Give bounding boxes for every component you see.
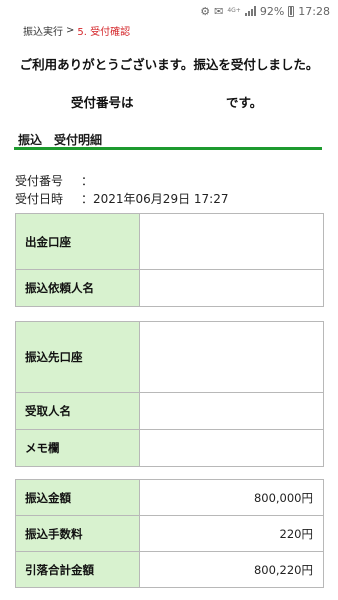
sender-name-label: 振込依頼人名 [15,269,140,307]
transfer-amount-value: 800,000円 [139,479,324,516]
table-row: 引落合計金額 800,220円 [15,551,324,588]
receipt-number-key: 受付番号 [15,174,64,188]
notification-icon: ⚙ [200,4,211,18]
payee-account-value [139,321,324,393]
transfer-fee-value: 220円 [139,515,324,552]
recipient-name-value [139,392,324,430]
section-divider [14,147,322,150]
battery-icon [288,5,295,17]
receipt-number-label: 受付番号は [71,95,134,110]
breadcrumb: 振込実行 > 5. 受付確認 [23,23,130,38]
amount-table: 振込金額 800,000円 振込手数料 220円 引落合計金額 800,220円 [15,479,324,588]
total-debit-value: 800,220円 [139,551,324,588]
battery-percent: 92% [259,4,285,18]
receipt-datetime-key: 受付日時 [15,192,64,206]
receipt-datetime-row: 受付日時 ：2021年06月29日 17:27 [15,190,228,207]
breadcrumb-separator: > [66,25,75,36]
withdrawal-account-label: 出金口座 [15,213,140,270]
receipt-number-suffix: です。 [226,95,263,110]
breadcrumb-step-current: 5. 受付確認 [77,27,131,38]
payee-account-label: 振込先口座 [15,321,140,393]
table-row: 受取人名 [15,392,324,430]
status-bar: ⚙ ✉ 4G+ 92% 17:28 [0,0,338,22]
signal-icon [244,6,256,16]
receipt-number-value: ： [81,174,94,188]
withdrawal-account-value [139,213,324,270]
table-row: 振込金額 800,000円 [15,479,324,516]
memo-value [139,429,324,467]
table-row: 振込先口座 [15,321,324,393]
thanks-message: ご利用ありがとうございます。振込を受付しました。 [19,57,319,72]
table-row: 振込依頼人名 [15,269,324,307]
table-row: 出金口座 [15,213,324,270]
email-icon: ✉ [214,4,224,18]
section-title: 振込 受付明細 [18,133,103,147]
receipt-number-row: 受付番号 ： [15,172,93,189]
transfer-amount-label: 振込金額 [15,479,140,516]
transfer-receipt-screen: ⚙ ✉ 4G+ 92% 17:28 振込実行 > 5. 受付確認 ご利用ありがと… [0,0,338,600]
memo-label: メモ欄 [15,429,140,467]
total-debit-label: 引落合計金額 [15,551,140,588]
payee-table: 振込先口座 受取人名 メモ欄 [15,321,324,467]
status-time: 17:28 [298,4,330,18]
table-row: メモ欄 [15,429,324,467]
network-indicator: 4G+ [227,7,241,14]
breadcrumb-step-transfer[interactable]: 振込実行 [23,23,63,38]
receipt-datetime-value: ：2021年06月29日 17:27 [81,192,229,206]
transfer-fee-label: 振込手数料 [15,515,140,552]
sender-name-value [139,269,324,307]
table-row: 振込手数料 220円 [15,515,324,552]
recipient-name-label: 受取人名 [15,392,140,430]
account-table: 出金口座 振込依頼人名 [15,213,324,307]
